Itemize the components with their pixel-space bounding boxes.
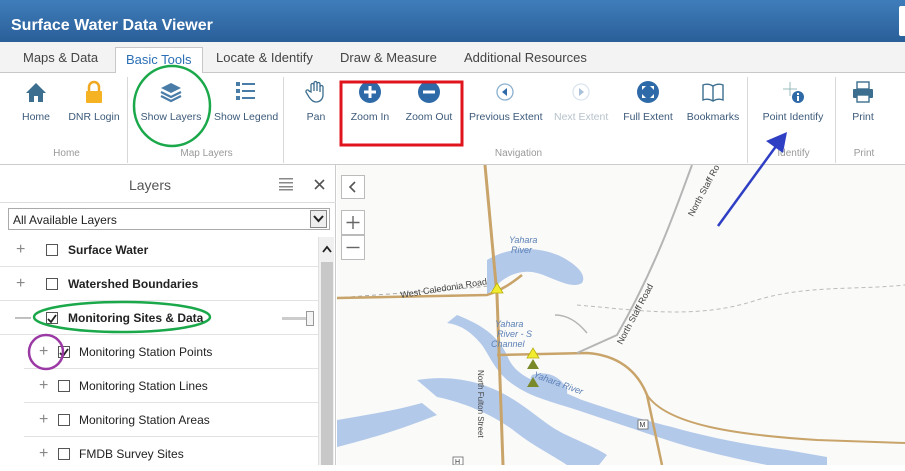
purple-highlight-circle xyxy=(27,333,65,371)
green-highlight-ellipse xyxy=(32,300,212,334)
red-highlight-box xyxy=(339,80,464,147)
blue-arrow-head xyxy=(766,132,787,153)
annotation-overlay xyxy=(27,64,787,371)
green-highlight-circle xyxy=(132,64,212,148)
blue-arrow-shaft xyxy=(716,137,784,227)
